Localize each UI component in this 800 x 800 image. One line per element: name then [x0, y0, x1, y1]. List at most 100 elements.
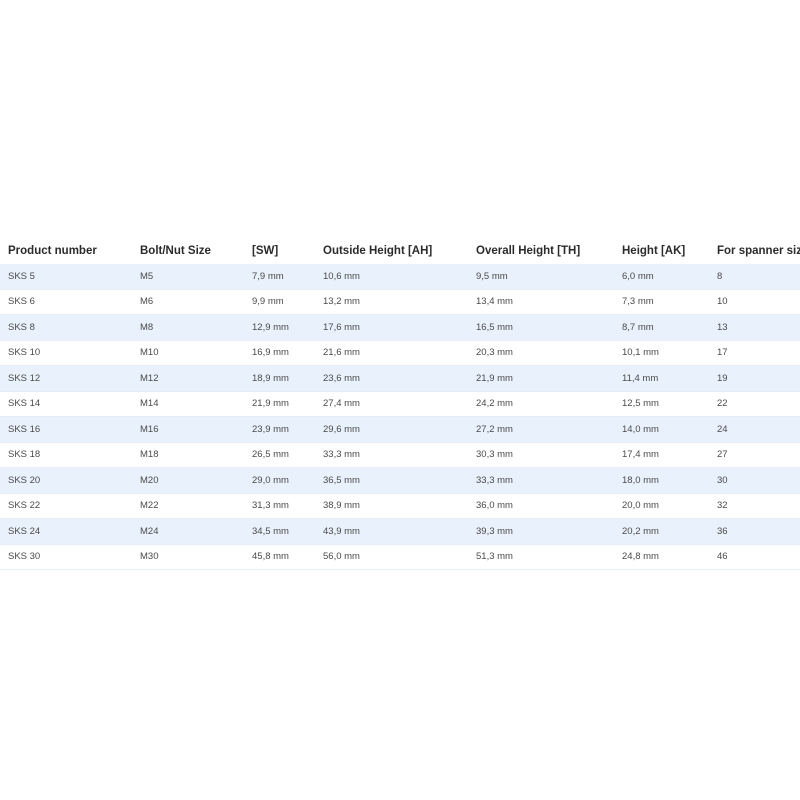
table-row: SKS 22 M22 31,3 mm 38,9 mm 36,0 mm 20,0 mm 32 — [0, 493, 800, 519]
spanner-size-cell: 24 — [709, 416, 800, 443]
outside-height-cell: 43,9 mm — [315, 518, 468, 545]
sw-cell: 18,9 mm — [244, 365, 315, 392]
product-number-cell: SKS 10 — [0, 340, 132, 366]
header-outside-height: Outside Height [AH] — [323, 244, 433, 257]
overall-height-cell: 21,9 mm — [468, 365, 614, 392]
table-row: SKS 20 M20 29,0 mm 36,5 mm 33,3 mm 18,0 mm 30 — [0, 467, 800, 494]
height-ak-cell: 24,8 mm — [614, 544, 709, 570]
height-ak-cell: 8,7 mm — [614, 314, 709, 341]
overall-height-cell: 30,3 mm — [468, 442, 614, 468]
table-row: SKS 12 M12 18,9 mm 23,6 mm 21,9 mm 11,4 mm 19 — [0, 365, 800, 392]
sw-cell: 12,9 mm — [244, 314, 315, 341]
spanner-size-cell: 8 — [709, 264, 800, 290]
outside-height-cell: 38,9 mm — [315, 493, 468, 519]
header-height-ak: Height [AK] — [622, 244, 686, 257]
product-number-cell: SKS 16 — [0, 416, 132, 443]
sw-cell: 34,5 mm — [244, 518, 315, 545]
bolt-nut-size-cell: M10 — [132, 340, 244, 366]
product-number-cell: SKS 6 — [0, 289, 132, 315]
overall-height-cell: 36,0 mm — [468, 493, 614, 519]
sw-cell: 9,9 mm — [244, 289, 315, 315]
outside-height-cell: 17,6 mm — [315, 314, 468, 341]
outside-height-cell: 33,3 mm — [315, 442, 468, 468]
height-ak-cell: 18,0 mm — [614, 467, 709, 494]
spec-table-container: Product number Bolt/Nut Size [SW] Outsid… — [0, 237, 800, 570]
table-row: SKS 6 M6 9,9 mm 13,2 mm 13,4 mm 7,3 mm 10 — [0, 289, 800, 315]
spanner-size-cell: 10 — [709, 289, 800, 315]
height-ak-cell: 20,0 mm — [614, 493, 709, 519]
outside-height-cell: 56,0 mm — [315, 544, 468, 570]
height-ak-cell: 11,4 mm — [614, 365, 709, 392]
overall-height-cell: 9,5 mm — [468, 264, 614, 290]
outside-height-cell: 27,4 mm — [315, 391, 468, 417]
bolt-nut-size-cell: M24 — [132, 518, 244, 545]
table-row: SKS 30 M30 45,8 mm 56,0 mm 51,3 mm 24,8 mm 46 — [0, 544, 800, 570]
outside-height-cell: 21,6 mm — [315, 340, 468, 366]
sw-cell: 26,5 mm — [244, 442, 315, 468]
spanner-size-cell: 17 — [709, 340, 800, 366]
bolt-nut-size-cell: M8 — [132, 314, 244, 341]
sw-cell: 7,9 mm — [244, 264, 315, 290]
outside-height-cell: 13,2 mm — [315, 289, 468, 315]
table-row: SKS 24 M24 34,5 mm 43,9 mm 39,3 mm 20,2 mm 36 — [0, 518, 800, 545]
table-row: SKS 14 M14 21,9 mm 27,4 mm 24,2 mm 12,5 mm 22 — [0, 391, 800, 417]
height-ak-cell: 17,4 mm — [614, 442, 709, 468]
product-number-cell: SKS 22 — [0, 493, 132, 519]
table-body: SKS 5 M5 7,9 mm 10,6 mm 9,5 mm 6,0 mm 8 SKS 6 M6… — [0, 264, 800, 570]
bolt-nut-size-cell: M12 — [132, 365, 244, 392]
overall-height-cell: 27,2 mm — [468, 416, 614, 443]
sw-cell: 21,9 mm — [244, 391, 315, 417]
spanner-size-cell: 19 — [709, 365, 800, 392]
height-ak-cell: 14,0 mm — [614, 416, 709, 443]
product-number-cell: SKS 5 — [0, 264, 132, 290]
outside-height-cell: 23,6 mm — [315, 365, 468, 392]
overall-height-cell: 33,3 mm — [468, 467, 614, 494]
header-bolt-nut-size: Bolt/Nut Size — [140, 244, 211, 257]
product-number-cell: SKS 12 — [0, 365, 132, 392]
height-ak-cell: 6,0 mm — [614, 264, 709, 290]
spanner-size-cell: 30 — [709, 467, 800, 494]
table-row: SKS 16 M16 23,9 mm 29,6 mm 27,2 mm 14,0 mm 24 — [0, 416, 800, 443]
bolt-nut-size-cell: M20 — [132, 467, 244, 494]
bolt-nut-size-cell: M16 — [132, 416, 244, 443]
header-spanner-size: For spanner size — [717, 244, 800, 257]
sw-cell: 23,9 mm — [244, 416, 315, 443]
product-number-cell: SKS 18 — [0, 442, 132, 468]
spanner-size-cell: 13 — [709, 314, 800, 341]
spanner-size-cell: 46 — [709, 544, 800, 570]
overall-height-cell: 16,5 mm — [468, 314, 614, 341]
height-ak-cell: 7,3 mm — [614, 289, 709, 315]
bolt-nut-size-cell: M18 — [132, 442, 244, 468]
spanner-size-cell: 32 — [709, 493, 800, 519]
table-row: SKS 8 M8 12,9 mm 17,6 mm 16,5 mm 8,7 mm 13 — [0, 314, 800, 341]
overall-height-cell: 20,3 mm — [468, 340, 614, 366]
header-overall-height: Overall Height [TH] — [476, 244, 581, 257]
bolt-nut-size-cell: M6 — [132, 289, 244, 315]
overall-height-cell: 39,3 mm — [468, 518, 614, 545]
spec-table: Product number Bolt/Nut Size [SW] Outsid… — [0, 237, 800, 570]
table-row: SKS 5 M5 7,9 mm 10,6 mm 9,5 mm 6,0 mm 8 — [0, 264, 800, 290]
product-number-cell: SKS 30 — [0, 544, 132, 570]
table-header-row: Product number Bolt/Nut Size [SW] Outsid… — [0, 237, 800, 264]
overall-height-cell: 13,4 mm — [468, 289, 614, 315]
product-number-cell: SKS 8 — [0, 314, 132, 341]
table-row: SKS 10 M10 16,9 mm 21,6 mm 20,3 mm 10,1 mm 17 — [0, 340, 800, 366]
height-ak-cell: 20,2 mm — [614, 518, 709, 545]
sw-cell: 31,3 mm — [244, 493, 315, 519]
sw-cell: 16,9 mm — [244, 340, 315, 366]
product-number-cell: SKS 14 — [0, 391, 132, 417]
header-sw: [SW] — [252, 244, 279, 257]
sw-cell: 45,8 mm — [244, 544, 315, 570]
height-ak-cell: 12,5 mm — [614, 391, 709, 417]
overall-height-cell: 51,3 mm — [468, 544, 614, 570]
outside-height-cell: 36,5 mm — [315, 467, 468, 494]
header-product-number: Product number — [8, 244, 97, 257]
height-ak-cell: 10,1 mm — [614, 340, 709, 366]
bolt-nut-size-cell: M30 — [132, 544, 244, 570]
bolt-nut-size-cell: M5 — [132, 264, 244, 290]
outside-height-cell: 29,6 mm — [315, 416, 468, 443]
outside-height-cell: 10,6 mm — [315, 264, 468, 290]
overall-height-cell: 24,2 mm — [468, 391, 614, 417]
table-row: SKS 18 M18 26,5 mm 33,3 mm 30,3 mm 17,4 mm 27 — [0, 442, 800, 468]
spanner-size-cell: 27 — [709, 442, 800, 468]
